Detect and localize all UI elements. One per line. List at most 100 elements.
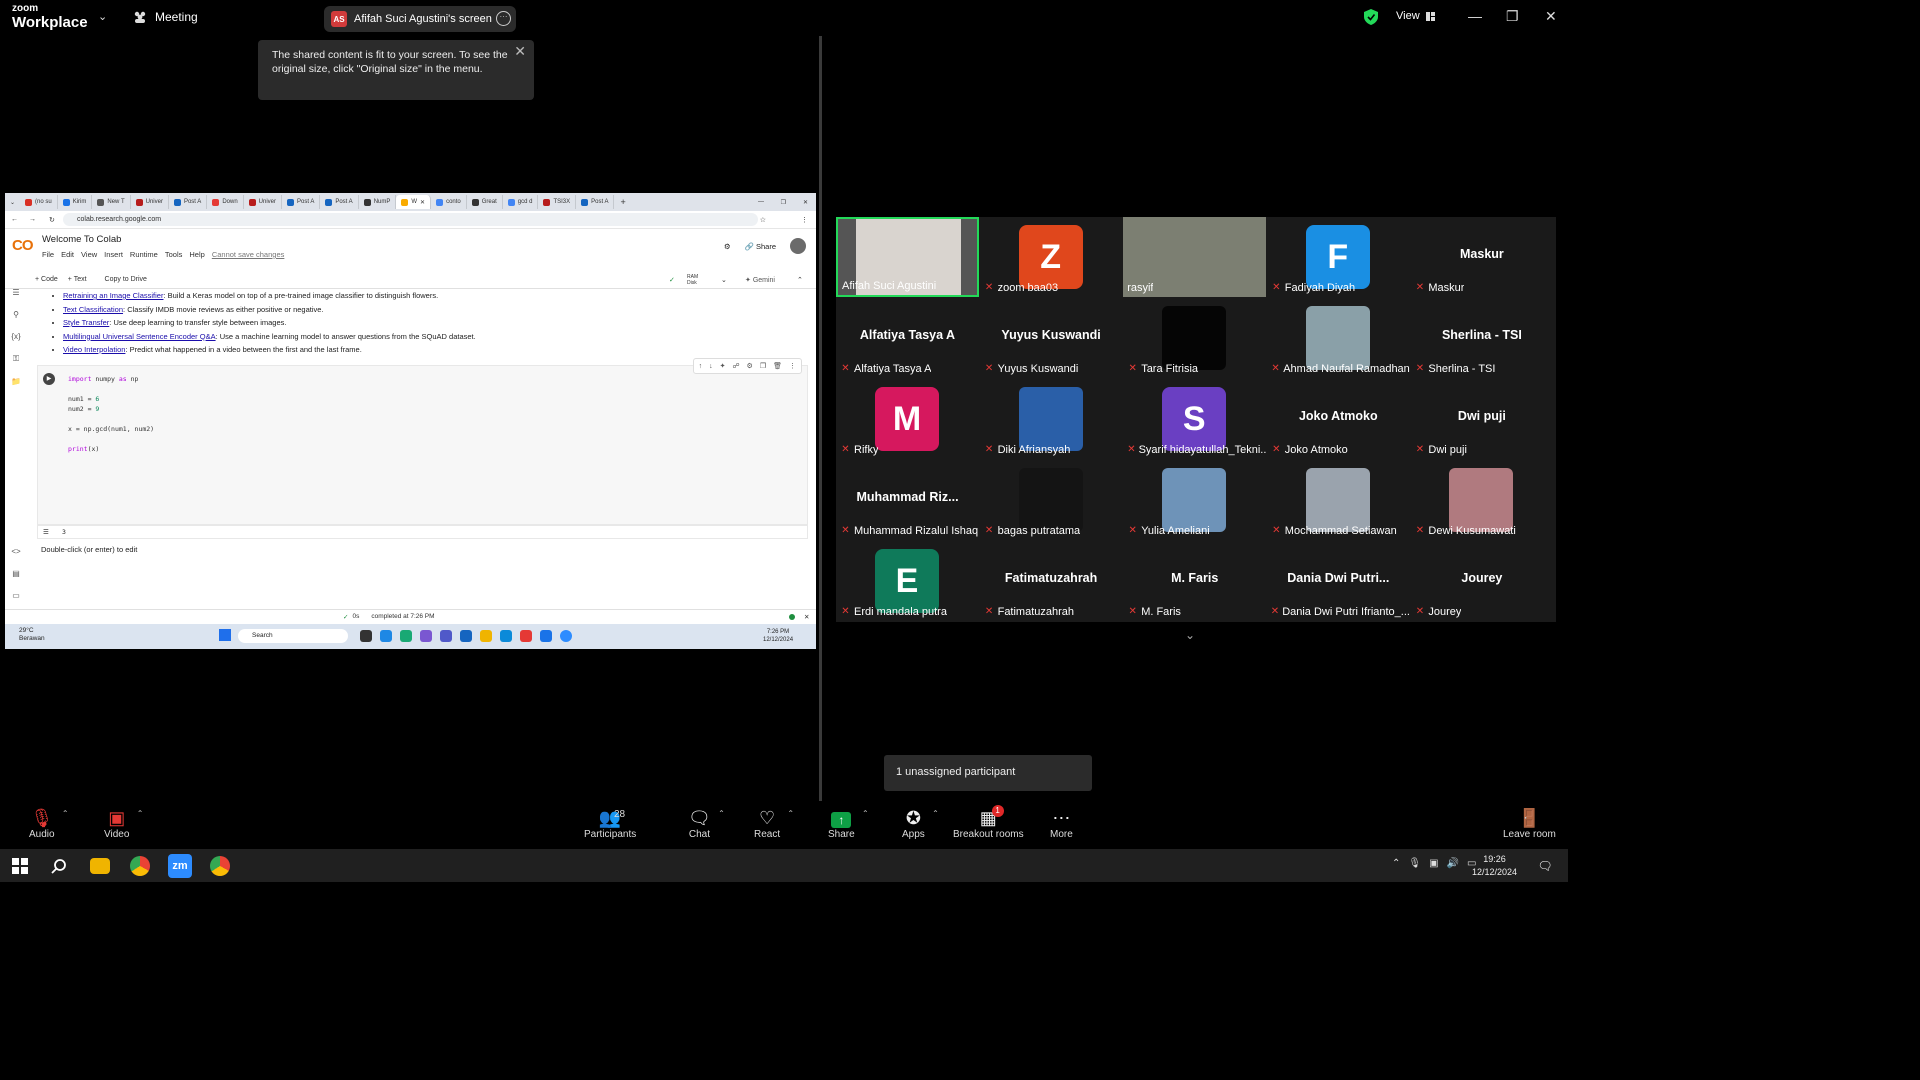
participant-tile[interactable]: ✕ bagas putratama — [979, 460, 1123, 540]
browser-tab[interactable]: Univer — [131, 195, 169, 209]
participants-button[interactable]: 👥 28 Participants — [584, 807, 636, 840]
zoom-app-icon[interactable]: zm — [168, 854, 192, 878]
chevron-up-icon[interactable]: ⌃ — [718, 809, 725, 818]
delete-icon[interactable]: 🗑 — [773, 362, 782, 370]
system-clock[interactable]: 19:26 12/12/2024 — [1472, 853, 1517, 879]
chevron-up-icon[interactable]: ⌃ — [862, 809, 869, 818]
chevron-up-icon[interactable]: ⌃ — [137, 809, 144, 818]
windows-start-icon[interactable] — [10, 856, 30, 876]
close-tab-icon[interactable]: ✕ — [420, 199, 425, 206]
store-icon[interactable] — [460, 630, 472, 642]
browser-tab[interactable]: New T — [92, 195, 131, 209]
network-icon[interactable]: ▣ — [1429, 858, 1438, 869]
encryption-shield-icon[interactable] — [1364, 9, 1378, 25]
url-field[interactable]: colab.research.google.com — [63, 213, 758, 226]
search-icon[interactable] — [49, 856, 69, 876]
audio-button[interactable]: 🎙 Audio ⌃ — [29, 807, 69, 840]
participant-tile[interactable]: rasyif — [1123, 217, 1267, 297]
zoom-icon[interactable] — [560, 630, 572, 642]
participant-tile[interactable]: ✕ Dewi Kusumawati — [1410, 460, 1554, 540]
teams-icon[interactable] — [440, 630, 452, 642]
share-screen-button[interactable]: ↑ Share ⌃ — [828, 807, 869, 840]
menu-view[interactable]: View — [81, 250, 97, 259]
variables-icon[interactable]: {x} — [11, 332, 20, 341]
minimize-icon[interactable]: — — [1468, 8, 1482, 24]
participant-tile[interactable]: ✕ Mochammad Setiawan — [1266, 460, 1410, 540]
participant-tile[interactable]: Dwi puji ✕ Dwi puji — [1410, 379, 1554, 459]
menu-file[interactable]: File — [42, 250, 54, 259]
more-options-icon[interactable]: ··· — [496, 11, 511, 26]
browser-tab[interactable]: Kirim — [58, 195, 93, 209]
browser-tab[interactable]: W ✕ — [396, 195, 432, 209]
forward-icon[interactable]: → — [29, 216, 36, 223]
microphone-icon[interactable]: 🎙 — [1408, 858, 1421, 869]
reload-icon[interactable]: ↻ — [49, 216, 55, 224]
browser-tab[interactable]: Post A — [282, 195, 321, 209]
code-cell[interactable]: ↑ ↓ ✦ ☍ ⚙ ❐ 🗑 ⋮ ▶ import numpy as np num… — [37, 358, 808, 525]
chevron-up-icon[interactable]: ⌃ — [787, 809, 794, 818]
inner-search-box[interactable]: Search — [238, 629, 348, 643]
terminal-icon[interactable]: ▭ — [12, 591, 20, 600]
participant-tile[interactable]: M. Faris ✕ M. Faris — [1123, 541, 1267, 621]
app-icon[interactable] — [400, 630, 412, 642]
toc-icon[interactable]: ☰ — [12, 288, 19, 297]
participant-tile[interactable]: ✕ Diki Afriansyah — [979, 379, 1123, 459]
app-icon[interactable] — [360, 630, 372, 642]
restore-icon[interactable]: ❐ — [781, 199, 786, 206]
more-button[interactable]: ⋯ More — [1050, 807, 1073, 840]
participant-tile[interactable]: ✕ Tara Fitrisia — [1123, 298, 1267, 378]
participant-tile[interactable]: Dania Dwi Putri... ✕ Dania Dwi Putri Ifria… — [1266, 541, 1410, 621]
browser-tab[interactable]: Post A — [576, 195, 615, 209]
close-icon[interactable]: ✕ — [514, 44, 526, 58]
participant-tile[interactable]: Z ✕ zoom baa03 — [979, 217, 1123, 297]
chevron-down-icon[interactable]: ⌄ — [1185, 628, 1195, 642]
menu-help[interactable]: Help — [189, 250, 204, 259]
unassigned-participant-banner[interactable]: 1 unassigned participant — [884, 755, 1092, 791]
participant-tile[interactable]: Alfatiya Tasya A ✕ Alfatiya Tasya A — [836, 298, 979, 378]
participant-tile[interactable]: E ✕ Erdi mandala putra — [836, 541, 979, 621]
add-text-button[interactable]: + Text — [68, 276, 87, 283]
participant-tile[interactable]: Muhammad Riz... ✕ Muhammad Rizalul Ishaq — [836, 460, 979, 540]
participant-tile[interactable]: F ✕ Fadiyah Diyah — [1266, 217, 1410, 297]
browser-tab[interactable]: NumP — [359, 195, 397, 209]
browser-tab[interactable]: TSI3X — [538, 195, 577, 209]
restore-icon[interactable]: ❐ — [1506, 8, 1519, 25]
chevron-up-icon[interactable]: ⌃ — [62, 809, 69, 818]
leave-room-button[interactable]: 🚪 Leave room — [1503, 807, 1556, 840]
menu-edit[interactable]: Edit — [61, 250, 74, 259]
app-icon[interactable] — [420, 630, 432, 642]
react-button[interactable]: ♡ React ⌃ — [754, 807, 794, 840]
more-icon[interactable]: ⋮ — [789, 362, 796, 370]
code-editor[interactable]: import numpy as np num1 = 6 num2 = 9 x =… — [68, 374, 154, 454]
screen-share-pill[interactable]: AS Afifah Suci Agustini's screen ··· — [324, 6, 516, 32]
participant-tile[interactable]: Yuyus Kuswandi ✕ Yuyus Kuswandi — [979, 298, 1123, 378]
close-icon[interactable]: ✕ — [1545, 8, 1557, 25]
move-down-icon[interactable]: ↓ — [709, 363, 713, 370]
text-cell-hint[interactable]: Double-click (or enter) to edit — [41, 545, 137, 554]
chrome-icon[interactable] — [520, 630, 532, 642]
browser-tab[interactable]: Univer — [244, 195, 282, 209]
run-cell-button[interactable]: ▶ — [43, 373, 55, 385]
minimize-icon[interactable]: — — [758, 199, 764, 205]
chrome-icon[interactable] — [130, 856, 150, 876]
chat-button[interactable]: 🗨 Chat ⌃ — [688, 807, 725, 840]
output-toggle-icon[interactable]: ☰ — [43, 526, 49, 539]
link-icon[interactable]: ☍ — [732, 362, 739, 370]
folder-icon[interactable] — [480, 630, 492, 642]
participant-tile[interactable]: S ✕ Syarif hidayatullah_Tekni... — [1123, 379, 1267, 459]
example-link[interactable]: Text Classification — [63, 305, 123, 314]
browser-tab[interactable]: Post A — [320, 195, 359, 209]
new-tab-icon[interactable]: + — [614, 197, 631, 207]
view-button[interactable]: View — [1396, 10, 1435, 22]
code-snippets-icon[interactable]: <> — [11, 547, 20, 556]
example-link[interactable]: Retraining an Image Classifier — [63, 291, 163, 300]
inner-clock[interactable]: 7:26 PM 12/12/2024 — [763, 628, 793, 644]
file-explorer-icon[interactable] — [90, 858, 110, 874]
zoom-logo[interactable]: zoom Workplace — [12, 4, 88, 31]
browser-tab[interactable]: conto — [431, 195, 467, 209]
edge-icon[interactable] — [500, 630, 512, 642]
participant-tile[interactable]: Fatimatuzahrah ✕ Fatimatuzahrah — [979, 541, 1123, 621]
avatar[interactable] — [790, 238, 806, 254]
shared-screen[interactable]: ⌄ (no su Kirim New T Univer Post A Down Univer… — [5, 193, 816, 649]
notebook-title[interactable]: Welcome To Colab — [42, 234, 121, 245]
